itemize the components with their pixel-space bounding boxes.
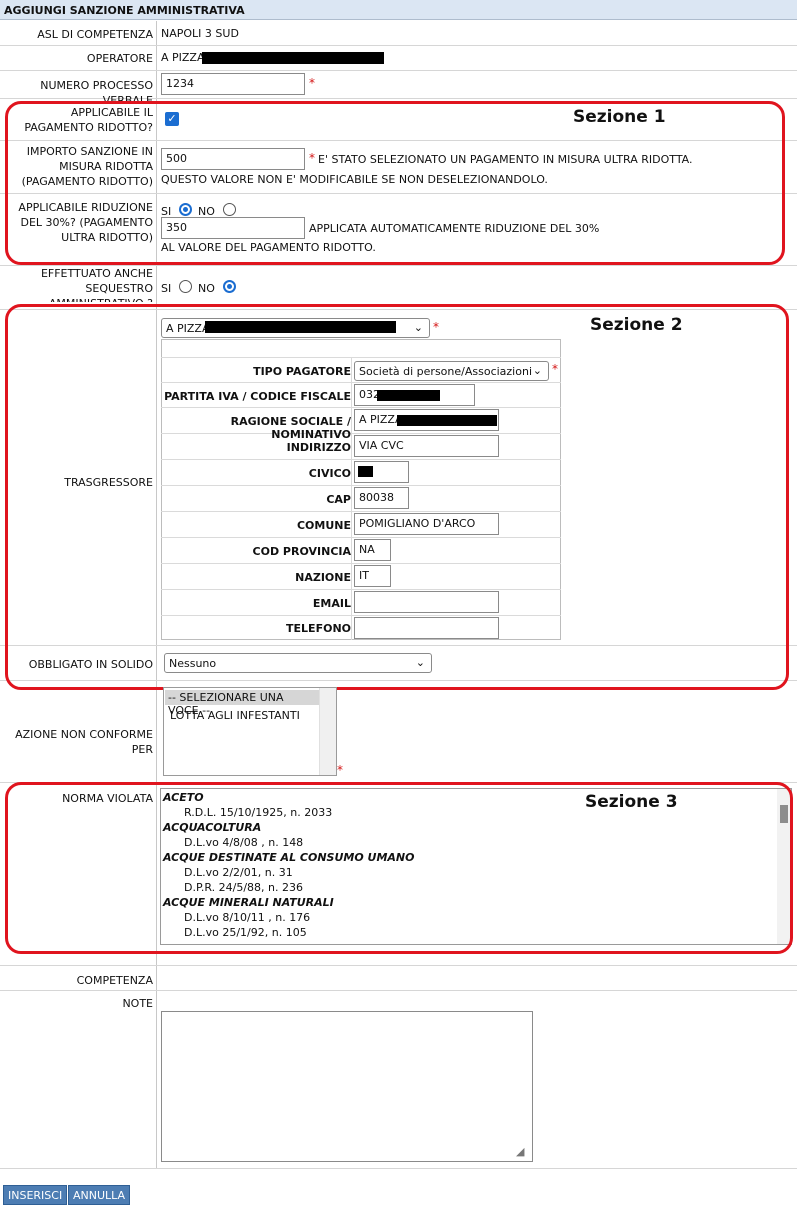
sezione-1-annotation: Sezione 1 [573, 107, 666, 127]
sequestro-label: EFFETTUATO ANCHE SEQUESTRO AMMINISTRATIV… [40, 267, 153, 302]
required-marker: * [337, 763, 343, 777]
numero-processo-input[interactable]: 1234 [161, 73, 305, 95]
sezione-3-annotation: Sezione 3 [585, 792, 678, 812]
sequestro-no-label: NO [198, 282, 215, 295]
resize-handle-icon[interactable]: ◢ [516, 1145, 530, 1159]
form-title: AGGIUNGI SANZIONE AMMINISTRATIVA [0, 0, 797, 20]
sequestro-si-radio[interactable] [179, 280, 192, 293]
competenza-label: COMPETENZA [76, 974, 153, 987]
azione-option[interactable]: LOTTA AGLI INFESTANTI [165, 708, 319, 723]
operatore-label: OPERATORE [86, 52, 153, 65]
sezione-1-highlight [5, 101, 785, 265]
asl-label: ASL DI COMPETENZA [37, 28, 153, 41]
note-label: NOTE [122, 997, 153, 1010]
redacted-operatore [202, 52, 384, 64]
sequestro-no-radio[interactable] [223, 280, 236, 293]
sequestro-si-label: SI [161, 282, 172, 295]
note-textarea[interactable] [161, 1011, 533, 1162]
operatore-value: A PIZZA [161, 51, 205, 64]
annulla-button[interactable]: ANNULLA [68, 1185, 131, 1205]
sezione-2-annotation: Sezione 2 [590, 315, 683, 335]
azione-option[interactable]: -- SELEZIONARE UNA VOCE -- [165, 690, 319, 717]
azione-listbox[interactable]: -- SELEZIONARE UNA VOCE -- LOTTA AGLI IN… [163, 687, 337, 776]
sezione-2-highlight [5, 304, 789, 690]
azione-label: AZIONE NON CONFORME PER [15, 728, 153, 756]
asl-value: NAPOLI 3 SUD [161, 27, 239, 40]
inserisci-button[interactable]: INSERISCI [3, 1185, 68, 1205]
azione-scrollbar[interactable] [319, 688, 336, 775]
required-marker: * [309, 76, 315, 90]
